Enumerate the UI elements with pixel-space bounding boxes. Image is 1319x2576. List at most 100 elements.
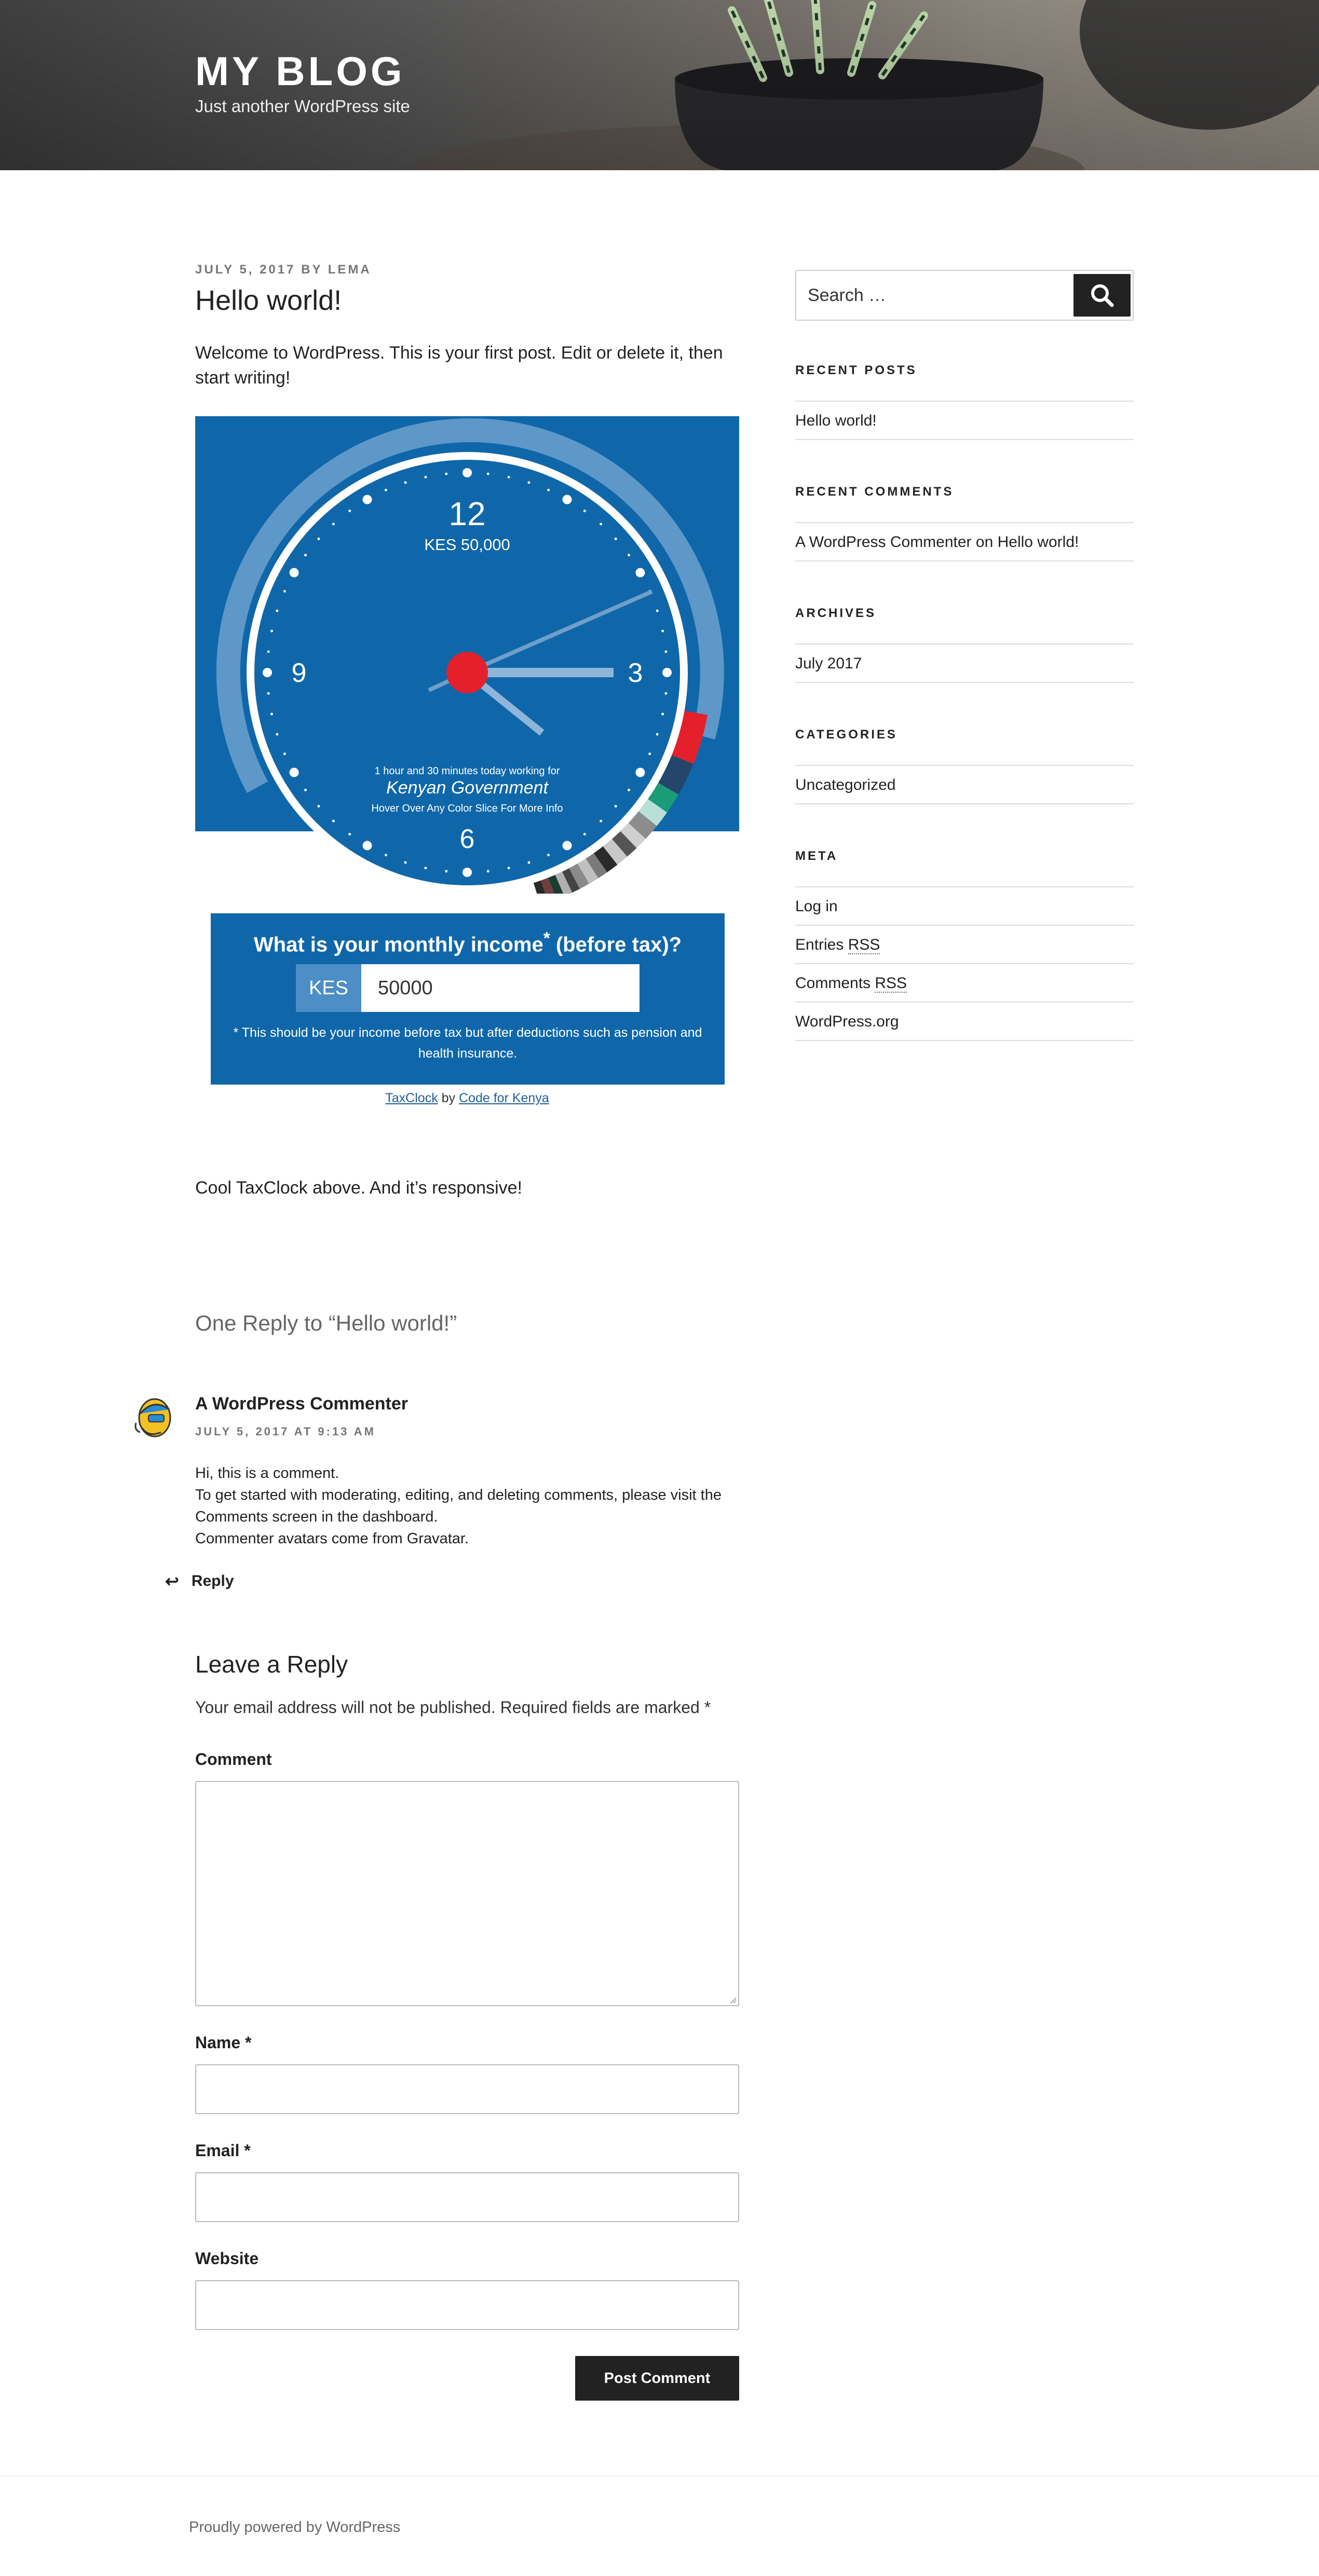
minute-dot [270, 712, 273, 716]
post-by: BY [301, 263, 323, 277]
site-header: MY BLOG Just another WordPress site [0, 0, 1319, 170]
minute-dot [332, 523, 335, 526]
taxclock-hour-12: 12 [448, 495, 485, 532]
income-question-text: What is your monthly income [253, 933, 543, 956]
website-field[interactable] [195, 2280, 739, 2330]
minute-dot [507, 475, 510, 478]
category-item[interactable]: Uncategorized [795, 776, 895, 794]
minute-dot [614, 805, 617, 808]
meta-comments-label: Comments [795, 975, 875, 992]
minute-dot [384, 488, 387, 491]
post-comment-button[interactable]: Post Comment [575, 2356, 739, 2401]
meta-wordpress-org[interactable]: WordPress.org [795, 1013, 899, 1031]
comment-line: To get started with moderating, editing,… [195, 1487, 722, 1525]
footer-credit[interactable]: Proudly powered by WordPress [189, 2519, 400, 2536]
taxclock-hour-3: 3 [628, 658, 643, 688]
minute-dot [283, 590, 286, 593]
divider [795, 765, 1134, 766]
divider [795, 803, 1134, 804]
divider [795, 886, 1134, 887]
minute-dot [276, 733, 279, 736]
minute-dot [267, 650, 270, 653]
archive-item[interactable]: July 2017 [795, 655, 862, 673]
minute-dot [627, 788, 630, 791]
taxclock-hour-9: 9 [292, 658, 307, 688]
resize-handle-icon[interactable] [730, 1997, 737, 2004]
recent-post-item[interactable]: Hello world! [795, 412, 877, 430]
recent-comment-author[interactable]: A WordPress Commenter [795, 533, 972, 551]
minute-dot [661, 629, 664, 633]
minute-dot [304, 788, 307, 791]
taxclock-hover-hint: Hover Over Any Color Slice For More Info [371, 803, 563, 814]
recent-comments-title: RECENT COMMENTS [795, 485, 954, 499]
comment-date[interactable]: JULY 5, 2017 AT 9:13 AM [195, 1425, 376, 1438]
name-field[interactable] [195, 2064, 739, 2114]
currency-label: KES [296, 964, 361, 1012]
comment-line: Hi, this is a comment. [195, 1465, 339, 1482]
credit-by: by [438, 1091, 459, 1105]
post-author[interactable]: LEMA [328, 263, 372, 277]
minute-dot [600, 523, 603, 526]
income-box: What is your monthly income* (before tax… [211, 913, 725, 1085]
divider [795, 925, 1134, 926]
divider [795, 643, 1134, 645]
search-button[interactable] [1073, 274, 1131, 317]
taxclock-working-line: 1 hour and 30 minutes today working for [375, 765, 560, 777]
comment-label: Comment [195, 1750, 272, 1769]
hour-dot [289, 568, 299, 578]
hour-dot [463, 468, 472, 477]
post-intro: Welcome to WordPress. This is your first… [195, 343, 723, 388]
divider [795, 560, 1134, 561]
hour-dot [289, 768, 299, 777]
name-label: Name * [195, 2033, 252, 2052]
minute-dot [547, 488, 550, 491]
income-input[interactable]: 50000 [361, 964, 640, 1012]
meta-comments-rss[interactable]: Comments RSS [795, 975, 907, 993]
search-form: Search … [795, 270, 1134, 321]
post-title: Hello world! [195, 285, 342, 316]
hour-dot [562, 841, 572, 851]
comment-textarea[interactable] [195, 1781, 739, 2006]
categories-title: CATEGORIES [795, 728, 898, 742]
email-label: Email * [195, 2141, 251, 2160]
reply-label: Reply [191, 1572, 234, 1590]
taxclock-amount: KES 50,000 [424, 536, 510, 554]
search-icon [1091, 284, 1114, 307]
post-date[interactable]: JULY 5, 2017 [195, 263, 295, 277]
page: MY BLOG Just another WordPress site JULY… [0, 0, 1319, 2576]
minute-dot [648, 752, 651, 756]
minute-dot [276, 609, 279, 612]
minute-dot [445, 870, 448, 873]
taxclock-center [446, 652, 488, 693]
comment-reply-link[interactable]: ↩ Reply [165, 1571, 234, 1591]
email-field[interactable] [195, 2172, 739, 2222]
minute-dot [507, 867, 510, 870]
code-for-kenya-link[interactable]: Code for Kenya [459, 1091, 549, 1105]
hour-dot [263, 668, 272, 677]
minute-dot [614, 537, 617, 540]
site-title[interactable]: MY BLOG [195, 48, 405, 95]
taxclock-link[interactable]: TaxClock [385, 1091, 438, 1105]
taxclock-entity: Kenyan Government [386, 778, 549, 798]
post-meta: JULY 5, 2017 BY LEMA [195, 263, 372, 277]
recent-comment-item: A WordPress Commenter on Hello world! [795, 533, 1079, 551]
archives-title: ARCHIVES [795, 606, 877, 620]
divider [795, 439, 1134, 440]
meta-login[interactable]: Log in [795, 898, 838, 915]
minute-dot [332, 819, 335, 823]
search-input[interactable]: Search … [808, 271, 886, 320]
comment-body: Hi, this is a comment. To get started wi… [195, 1462, 756, 1550]
minute-dot [317, 537, 320, 540]
comment-line: Commenter avatars come from Gravatar. [195, 1530, 469, 1547]
minute-dot [547, 854, 550, 857]
hour-dot [635, 568, 645, 578]
income-note: * This should be your income before tax … [233, 1025, 702, 1061]
minute-dot [283, 752, 286, 756]
taxclock[interactable]: 12 3 6 9 KES 50,000 1 hour and 30 minute… [195, 416, 739, 894]
reply-title: Leave a Reply [195, 1651, 348, 1678]
minute-dot [656, 733, 659, 736]
website-label: Website [195, 2249, 259, 2268]
minute-dot [304, 554, 307, 557]
recent-comment-post[interactable]: Hello world! [998, 533, 1079, 551]
meta-entries-rss[interactable]: Entries RSS [795, 936, 880, 954]
